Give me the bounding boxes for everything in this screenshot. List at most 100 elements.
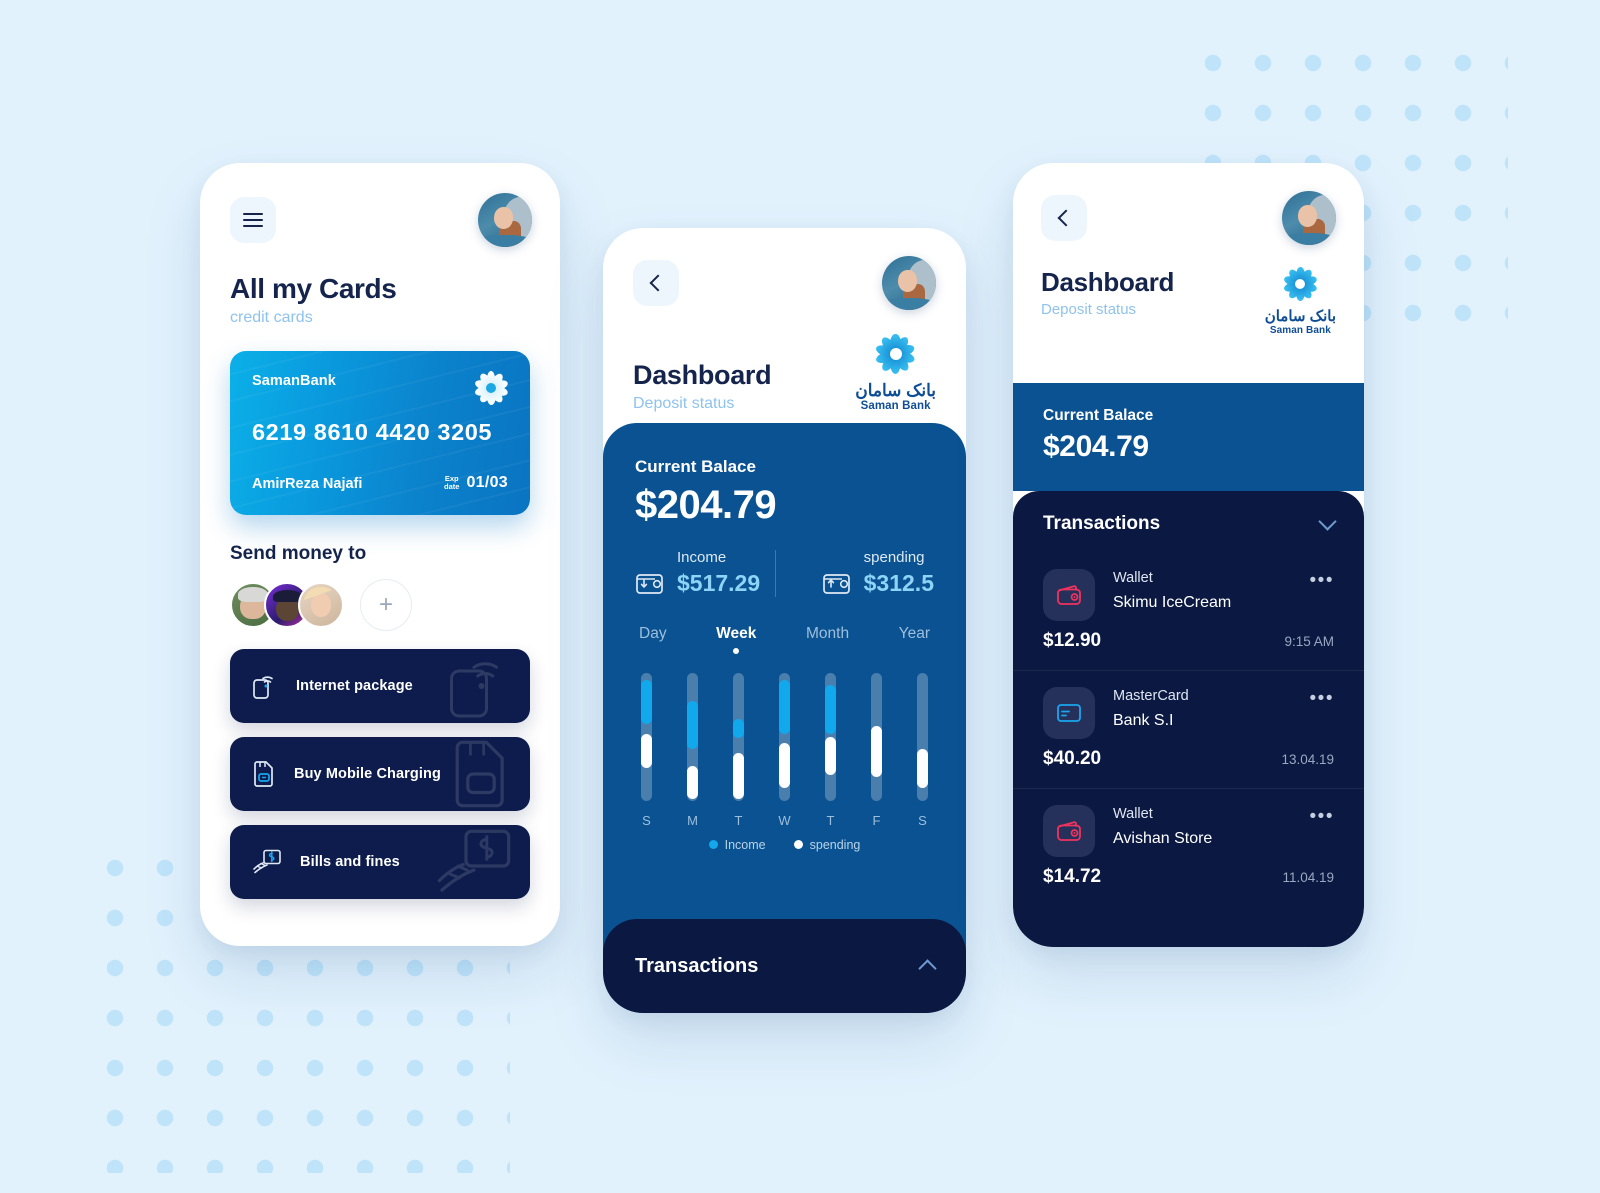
sim-card-icon (254, 761, 273, 787)
legend-label: Income (724, 837, 766, 852)
transactions-label: Transactions (1043, 513, 1161, 534)
wallet-icon (1043, 805, 1095, 857)
chart-bar[interactable] (687, 672, 698, 801)
transaction-row[interactable]: Wallet Skimu IceCream ••• $12.90 9:15 AM (1013, 553, 1364, 670)
legend-item: Income (708, 837, 766, 852)
chart-segment-spending (825, 736, 836, 775)
wallet-in-icon (636, 573, 663, 594)
cards-top-bar (200, 163, 560, 247)
chart-day-label: T (826, 812, 835, 828)
credit-card-icon (1043, 687, 1095, 739)
page-title: Dashboard (1041, 267, 1175, 297)
card-expiry-label: Exp date (444, 474, 460, 491)
phone-screen-dashboard-chart: Dashboard Deposit status بانک سامان Sama… (603, 228, 966, 1013)
avatar[interactable] (882, 256, 936, 310)
bank-name-en: Saman Bank (860, 400, 931, 412)
transactions-title-row: Dashboard Deposit status بانک سامان Sama… (1041, 267, 1336, 336)
transaction-text: Wallet Skimu IceCream (1113, 569, 1310, 612)
transaction-row[interactable]: MasterCard Bank S.I ••• $40.20 13.04.19 (1013, 670, 1364, 788)
card-expiry-value: 01/03 (466, 474, 508, 491)
chart-legend: Income spending (635, 838, 934, 852)
transaction-menu-button[interactable]: ••• (1310, 687, 1334, 708)
income-value: $517.29 (677, 569, 761, 596)
transaction-main: Wallet Avishan Store ••• (1043, 805, 1334, 857)
chart-column: S (917, 672, 928, 828)
transactions-panel-header[interactable]: Transactions (1013, 512, 1364, 553)
phone-screen-all-my-cards: All my Cards credit cards SamanBank 6219… (200, 163, 560, 946)
chart-column: W (778, 672, 791, 828)
range-tabs: Day Week Month Year (635, 625, 934, 654)
action-buy-mobile-charging[interactable]: Buy Mobile Charging (230, 737, 530, 811)
quick-actions-list: Internet package Buy Mobile Charging Bil… (200, 631, 560, 899)
chart-column: T (733, 672, 744, 828)
card-number: 6219 8610 4420 3205 (252, 419, 493, 445)
bank-name-fa: بانک سامان (1264, 308, 1336, 325)
chart-day-label: W (778, 812, 791, 828)
spending-stat: spending $312.5 (775, 549, 934, 597)
income-text: Income $517.29 (677, 549, 761, 597)
page-subtitle: credit cards (230, 309, 313, 326)
range-tab-month[interactable]: Month (806, 625, 849, 643)
action-bills-and-fines[interactable]: Bills and fines (230, 825, 530, 899)
hamburger-menu-button[interactable] (230, 197, 276, 243)
page-title: Dashboard (633, 359, 772, 390)
transaction-time: 11.04.19 (1282, 870, 1334, 885)
chart-day-label: S (918, 812, 927, 828)
legend-label: spending (809, 837, 861, 852)
chart-bar[interactable] (871, 672, 882, 801)
back-button[interactable] (633, 260, 679, 306)
chart-segment-spending (917, 749, 928, 788)
chevron-left-icon (649, 274, 667, 292)
transaction-menu-button[interactable]: ••• (1310, 805, 1334, 826)
chart-bar[interactable] (641, 672, 652, 801)
avatar[interactable] (478, 193, 532, 247)
transaction-merchant: Bank S.I (1113, 712, 1174, 729)
credit-card[interactable]: SamanBank 6219 8610 4420 3205 AmirReza N… (230, 351, 530, 515)
spending-text: spending $312.5 (864, 549, 934, 597)
dashboard-top-bar (633, 256, 936, 310)
chart-segment-income (641, 680, 652, 724)
add-contact-button[interactable]: + (360, 579, 412, 631)
chart-bar[interactable] (733, 672, 744, 801)
avatar[interactable] (1282, 191, 1336, 245)
saman-bank-logo: بانک سامان Saman Bank (855, 334, 936, 413)
transaction-type: Wallet (1113, 806, 1153, 822)
back-button[interactable] (1041, 195, 1087, 241)
chevron-up-icon[interactable] (918, 959, 937, 978)
hamburger-menu-icon (243, 213, 263, 227)
transaction-row[interactable]: Wallet Avishan Store ••• $14.72 11.04.19 (1013, 788, 1364, 906)
chart-column: F (871, 672, 882, 828)
card-holder-name: AmirReza Najafi (252, 476, 363, 492)
chevron-left-icon (1057, 209, 1075, 227)
range-tab-day[interactable]: Day (639, 625, 667, 643)
chart-bar[interactable] (779, 672, 790, 801)
transaction-amount: $14.72 (1043, 866, 1102, 887)
action-internet-package[interactable]: Internet package (230, 649, 530, 723)
dashboard-header: Dashboard Deposit status بانک سامان Sama… (603, 228, 966, 413)
bill-payment-ghost-icon (437, 829, 511, 892)
transactions-collapsed-bar[interactable]: Transactions (603, 919, 966, 1013)
transaction-merchant: Skimu IceCream (1113, 594, 1232, 611)
transaction-type: MasterCard (1113, 688, 1189, 704)
bill-payment-icon (253, 849, 281, 874)
chart-segment-income (687, 700, 698, 750)
range-tab-week[interactable]: Week (716, 625, 756, 654)
transaction-type: Wallet (1113, 570, 1153, 586)
legend-dot (793, 840, 803, 849)
wallet-icon (1043, 569, 1095, 621)
balance-label: Current Balace (1043, 407, 1154, 424)
transaction-menu-button[interactable]: ••• (1310, 569, 1334, 590)
chart-segment-income (779, 680, 790, 734)
card-expiry: Exp date 01/03 (444, 474, 508, 492)
weekly-bar-chart: SMTWTFS (635, 672, 934, 828)
balance-value: $204.79 (635, 483, 777, 527)
page-subtitle: Deposit status (633, 394, 735, 412)
range-tab-year[interactable]: Year (899, 625, 930, 643)
chart-bar[interactable] (825, 672, 836, 801)
balance-strip: Current Balace $204.79 (1013, 383, 1364, 491)
action-label: Buy Mobile Charging (294, 766, 441, 782)
chevron-down-icon[interactable] (1318, 512, 1337, 531)
chart-bar[interactable] (917, 672, 928, 801)
contact-avatar-3[interactable] (298, 582, 344, 628)
transaction-main: Wallet Skimu IceCream ••• (1043, 569, 1334, 621)
